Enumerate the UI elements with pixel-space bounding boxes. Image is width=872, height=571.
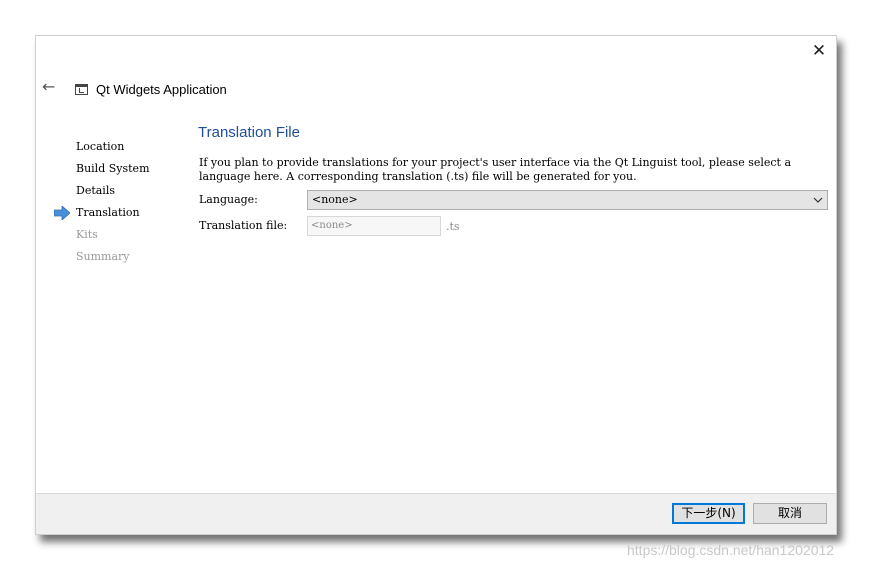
ts-suffix-label: .ts: [446, 220, 460, 233]
translation-file-field[interactable]: <none>: [307, 216, 441, 236]
back-arrow-icon[interactable]: ←: [42, 78, 60, 96]
current-step-arrow-icon: [54, 206, 70, 220]
page-description: If you plan to provide translations for …: [199, 156, 792, 183]
page-title: Translation File: [198, 124, 300, 141]
step-build-system: Build System: [76, 162, 150, 175]
wizard-steps-list: Location Build System Details Translatio…: [76, 140, 150, 272]
chevron-down-icon: [813, 197, 823, 203]
wizard-footer: 下一步(N) 取消: [36, 493, 836, 534]
next-button[interactable]: 下一步(N): [672, 503, 745, 524]
step-kits: Kits: [76, 228, 98, 241]
translation-file-label: Translation file:: [199, 219, 288, 232]
application-window-icon: [75, 84, 88, 95]
language-select[interactable]: <none>: [307, 190, 828, 210]
cancel-button[interactable]: 取消: [753, 503, 827, 524]
step-details: Details: [76, 184, 115, 197]
language-label: Language:: [199, 193, 258, 206]
wizard-window: ✕ ← Qt Widgets Application Location Buil…: [35, 35, 837, 535]
wizard-header-title: Qt Widgets Application: [96, 82, 227, 97]
language-select-value: <none>: [312, 193, 358, 206]
step-location: Location: [76, 140, 125, 153]
step-translation: Translation: [76, 206, 140, 219]
watermark-text: https://blog.csdn.net/han1202012: [627, 542, 835, 558]
close-icon[interactable]: ✕: [810, 42, 828, 60]
step-summary: Summary: [76, 250, 130, 263]
